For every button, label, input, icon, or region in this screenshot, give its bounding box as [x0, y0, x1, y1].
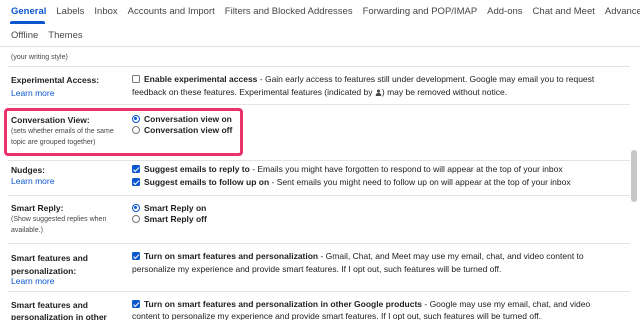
smart-features-label: Smart features and personalization:: [11, 253, 88, 276]
section-divider: [8, 291, 630, 292]
tab-forwarding-pop-imap[interactable]: Forwarding and POP/IMAP: [363, 6, 478, 17]
nudges-learn-more-link[interactable]: Learn more: [11, 176, 54, 186]
conversation-view-sublabel: (sets whether emails of the same topic a…: [11, 128, 114, 146]
tab-chat-and-meet[interactable]: Chat and Meet: [533, 6, 595, 17]
section-divider: [8, 195, 630, 196]
nudges-reply-title: Suggest emails to reply to: [144, 164, 250, 174]
tab-accounts-and-import[interactable]: Accounts and Import: [128, 6, 215, 17]
nudges-reply-checkbox[interactable]: [132, 165, 140, 173]
experimental-option: Enable experimental access - Gain early …: [132, 73, 594, 86]
experimental-flask-icon: [375, 89, 382, 96]
previous-section-fragment: (your writing style): [11, 54, 68, 61]
experimental-access-checkbox[interactable]: [132, 75, 140, 83]
smart-other-line2: content to personalize my experience and…: [132, 311, 542, 320]
nudges-follow-up-checkbox[interactable]: [132, 178, 140, 186]
smart-other-label-line1: Smart features and: [11, 300, 88, 310]
smart-reply-label: Smart Reply:: [11, 203, 64, 213]
nudges-reply-option: Suggest emails to reply to - Emails you …: [132, 163, 563, 176]
tab-offline[interactable]: Offline: [11, 30, 38, 41]
smart-other-label-line2: personalization in other: [11, 312, 107, 320]
settings-tabs: General Labels Inbox Accounts and Import…: [0, 0, 640, 46]
experimental-option-desc: - Gain early access to features still un…: [257, 74, 595, 84]
nudges-follow-up-option: Suggest emails to follow up on - Sent em…: [132, 176, 571, 189]
experimental-learn-more-link[interactable]: Learn more: [11, 88, 54, 98]
smart-features-desc: - Gmail, Chat, and Meet may use my email…: [318, 251, 584, 261]
section-divider: [8, 160, 630, 161]
tab-themes[interactable]: Themes: [48, 30, 82, 41]
conversation-view-off-radio[interactable]: [132, 126, 140, 134]
active-tab-indicator: [10, 21, 45, 24]
tab-add-ons[interactable]: Add-ons: [487, 6, 522, 17]
nudges-follow-up-title: Suggest emails to follow up on: [144, 177, 270, 187]
experimental-option-title: Enable experimental access: [144, 74, 258, 84]
smart-reply-on-radio[interactable]: [132, 204, 140, 212]
tabs-divider: [0, 46, 640, 47]
conversation-view-off-option[interactable]: Conversation view off: [132, 124, 232, 137]
smart-features-line2: personalize my experience and provide sm…: [132, 264, 502, 274]
nudges-follow-up-desc: - Sent emails you might need to follow u…: [269, 177, 571, 187]
conversation-view-on-label: Conversation view on: [144, 114, 232, 124]
tab-general[interactable]: General: [11, 6, 46, 17]
experimental-option-line2: feedback on these features. Experimental…: [132, 86, 507, 99]
section-divider: [8, 104, 630, 105]
section-divider: [8, 66, 630, 67]
smart-reply-off-option[interactable]: Smart Reply off: [132, 213, 207, 226]
smart-other-desc: - Google may use my email, chat, and vid…: [422, 299, 591, 309]
smart-features-option: Turn on smart features and personalizati…: [132, 250, 584, 263]
conversation-view-off-label: Conversation view off: [144, 125, 233, 135]
tab-row-secondary: Offline Themes: [11, 30, 83, 41]
tab-labels[interactable]: Labels: [56, 6, 84, 17]
scrollbar-thumb[interactable]: [631, 150, 637, 202]
smart-reply-sublabel: (Show suggested replies when available.): [11, 216, 107, 234]
conversation-view-label: Conversation View:: [11, 115, 90, 125]
smart-features-title: Turn on smart features and personalizati…: [144, 251, 319, 261]
nudges-reply-desc: - Emails you might have forgotten to res…: [249, 164, 563, 174]
tab-advanced[interactable]: Advanced: [605, 6, 640, 17]
smart-reply-on-label: Smart Reply on: [144, 203, 207, 213]
smart-other-title: Turn on smart features and personalizati…: [144, 299, 423, 309]
nudges-label: Nudges:: [11, 165, 45, 175]
tab-row-primary: General Labels Inbox Accounts and Import…: [11, 6, 640, 17]
fragment-text: your writing style): [13, 54, 68, 61]
tab-inbox[interactable]: Inbox: [94, 6, 117, 17]
section-divider: [8, 243, 630, 244]
experimental-line2-post: ) may be removed without notice.: [381, 87, 508, 97]
smart-features-checkbox[interactable]: [132, 252, 140, 260]
tab-filters-and-blocked-addresses[interactable]: Filters and Blocked Addresses: [225, 6, 353, 17]
smart-reply-off-radio[interactable]: [132, 215, 140, 223]
smart-features-learn-more-link[interactable]: Learn more: [11, 276, 54, 286]
experimental-access-label: Experimental Access:: [11, 75, 100, 85]
smart-other-checkbox[interactable]: [132, 300, 140, 308]
experimental-line2-pre: feedback on these features. Experimental…: [132, 87, 375, 97]
conversation-view-on-radio[interactable]: [132, 115, 140, 123]
smart-reply-off-label: Smart Reply off: [144, 214, 207, 224]
